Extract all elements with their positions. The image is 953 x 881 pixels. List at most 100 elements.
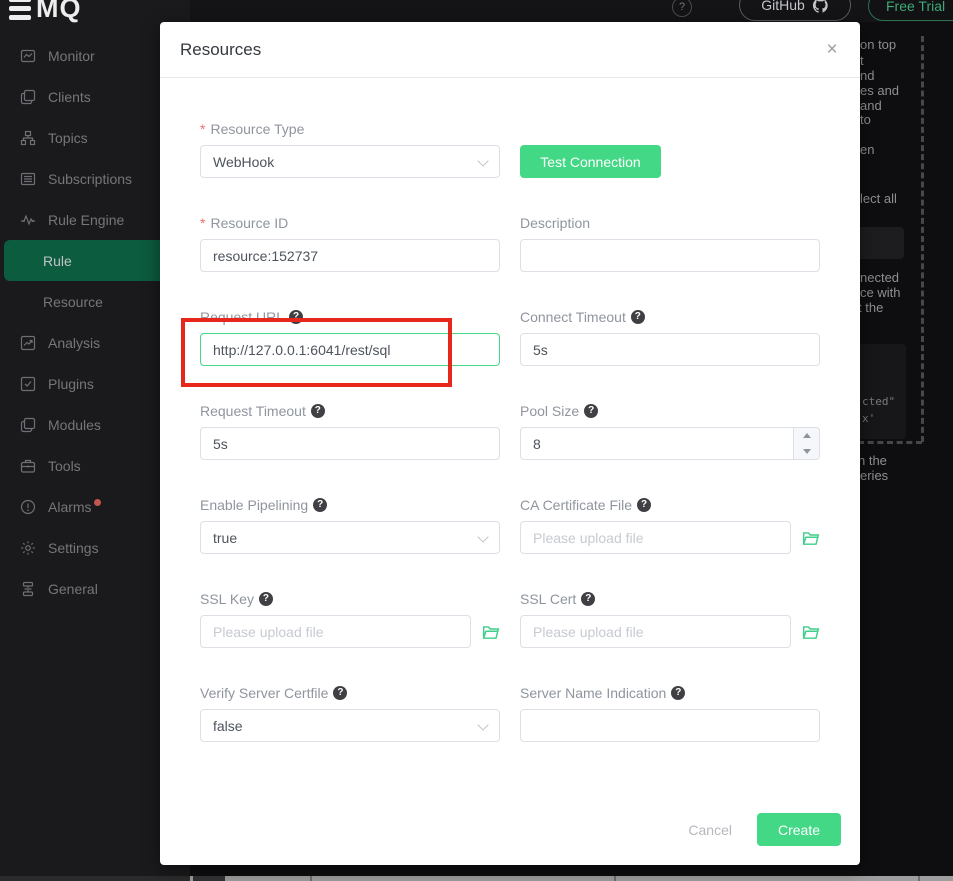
help-icon[interactable]: ?: [631, 310, 645, 324]
folder-upload-icon[interactable]: [482, 623, 500, 641]
help-icon[interactable]: ?: [637, 498, 651, 512]
sidebar-item-label: Rule Engine: [48, 212, 124, 228]
github-icon: [812, 0, 829, 14]
background-text-fragment: n the: [858, 453, 887, 468]
cancel-button[interactable]: Cancel: [688, 822, 732, 838]
tools-icon: [20, 458, 36, 474]
background-text-fragment: eries: [860, 468, 888, 483]
connect-timeout-input[interactable]: [520, 333, 820, 366]
sidebar-item-label: Modules: [48, 417, 101, 433]
field-enable-pipelining: Enable Pipelining ?: [200, 495, 500, 554]
description-input[interactable]: [520, 239, 820, 272]
background-text-fragment: nd: [860, 68, 874, 83]
field-description: Description: [520, 213, 820, 272]
close-icon[interactable]: ×: [822, 40, 842, 60]
create-button[interactable]: Create: [757, 813, 841, 846]
background-text-fragment: and: [860, 98, 882, 113]
background-text-fragment: nected: [860, 270, 899, 285]
request-timeout-input[interactable]: [200, 427, 500, 460]
plugins-icon: [20, 376, 36, 392]
github-button[interactable]: GitHub: [739, 0, 851, 21]
field-connect-timeout: Connect Timeout ?: [520, 307, 820, 366]
enable-pipelining-label: Enable Pipelining ?: [200, 495, 500, 514]
background-text-fragment: en: [860, 142, 874, 157]
request-timeout-label: Request Timeout ?: [200, 401, 500, 420]
ssl-cert-input[interactable]: [520, 615, 791, 648]
sidebar-item-rule[interactable]: Rule: [4, 240, 186, 281]
enable-pipelining-select[interactable]: [200, 521, 500, 554]
modal-body: * Resource Type Test Connection * Resour…: [160, 78, 860, 742]
monitor-icon: [20, 48, 36, 64]
resources-modal: Resources × * Resource Type Test Connect…: [160, 22, 860, 865]
help-icon[interactable]: ?: [289, 310, 303, 324]
field-resource-type: * Resource Type: [200, 119, 500, 178]
background-code-fragment: cted": [862, 395, 895, 408]
background-text-fragment: es and: [860, 83, 899, 98]
help-icon[interactable]: ?: [584, 404, 598, 418]
taskbar-edge-left: [0, 876, 190, 881]
stepper-down-icon[interactable]: [794, 444, 819, 460]
general-icon: [20, 581, 36, 597]
help-icon[interactable]: ?: [671, 686, 685, 700]
taskbar-edge-square: [193, 876, 225, 881]
alarm-badge-dot: [94, 499, 101, 506]
resource-id-input[interactable]: [200, 239, 500, 272]
sidebar-item-label: Analysis: [48, 335, 100, 351]
help-icon[interactable]: ?: [313, 498, 327, 512]
server-name-indication-input[interactable]: [520, 709, 820, 742]
settings-gear-icon: [20, 540, 36, 556]
request-url-input[interactable]: [200, 333, 500, 366]
taskbar-edge: [0, 876, 953, 881]
description-label: Description: [520, 213, 820, 232]
required-asterisk: *: [200, 215, 205, 231]
emqx-logo[interactable]: MQ: [9, 0, 82, 23]
topics-icon: [20, 130, 36, 146]
background-text-fragment: to: [860, 112, 871, 127]
logo-text: MQ: [36, 0, 82, 23]
sidebar-item-label: Topics: [48, 130, 88, 146]
resource-id-label: * Resource ID: [200, 213, 500, 232]
sidebar-item-label: Clients: [48, 89, 91, 105]
ca-certificate-label: CA Certificate File ?: [520, 495, 820, 514]
background-text-fragment: on top: [860, 37, 896, 52]
help-icon[interactable]: ?: [581, 592, 595, 606]
pool-size-input[interactable]: [520, 427, 820, 460]
github-button-label: GitHub: [761, 0, 805, 13]
field-verify-server-certfile: Verify Server Certfile ?: [200, 683, 500, 742]
sidebar-item-label: Alarms: [48, 499, 92, 515]
background-text-fragment: ce with: [860, 285, 900, 300]
verify-server-certfile-select[interactable]: [200, 709, 500, 742]
modal-header: Resources ×: [160, 22, 860, 78]
field-pool-size: Pool Size ?: [520, 401, 820, 460]
ssl-cert-label: SSL Cert ?: [520, 589, 820, 608]
help-icon[interactable]: ?: [311, 404, 325, 418]
stepper-up-icon[interactable]: [794, 428, 819, 444]
background-text-fragment: lect all: [860, 191, 897, 206]
subscriptions-icon: [20, 171, 36, 187]
free-trial-label: Free Trial: [886, 0, 945, 14]
background-code-fragment: x': [862, 412, 875, 425]
ca-certificate-input[interactable]: [520, 521, 791, 554]
sidebar-item-label: Rule: [43, 253, 72, 269]
help-icon[interactable]: ?: [259, 592, 273, 606]
pool-size-stepper: [793, 428, 819, 459]
pool-size-label: Pool Size ?: [520, 401, 820, 420]
logo-bars-icon: [9, 0, 31, 20]
folder-upload-icon[interactable]: [802, 623, 820, 641]
background-dashed-border: [921, 36, 924, 442]
field-ssl-key: SSL Key ?: [200, 589, 500, 648]
sidebar-item-label: Tools: [48, 458, 81, 474]
test-connection-button[interactable]: Test Connection: [520, 145, 661, 178]
modal-footer: Cancel Create: [688, 813, 841, 846]
resource-type-select[interactable]: [200, 145, 500, 178]
taskbar-separator: [614, 876, 616, 881]
sidebar-item-label: Settings: [48, 540, 99, 556]
request-url-label: Request URL ?: [200, 307, 500, 326]
clients-icon: [20, 89, 36, 105]
ssl-key-input[interactable]: [200, 615, 471, 648]
help-icon[interactable]: ?: [333, 686, 347, 700]
free-trial-button[interactable]: Free Trial: [868, 0, 953, 21]
sidebar-item-label: Resource: [43, 294, 103, 310]
field-ca-certificate: CA Certificate File ?: [520, 495, 820, 554]
folder-upload-icon[interactable]: [802, 529, 820, 547]
